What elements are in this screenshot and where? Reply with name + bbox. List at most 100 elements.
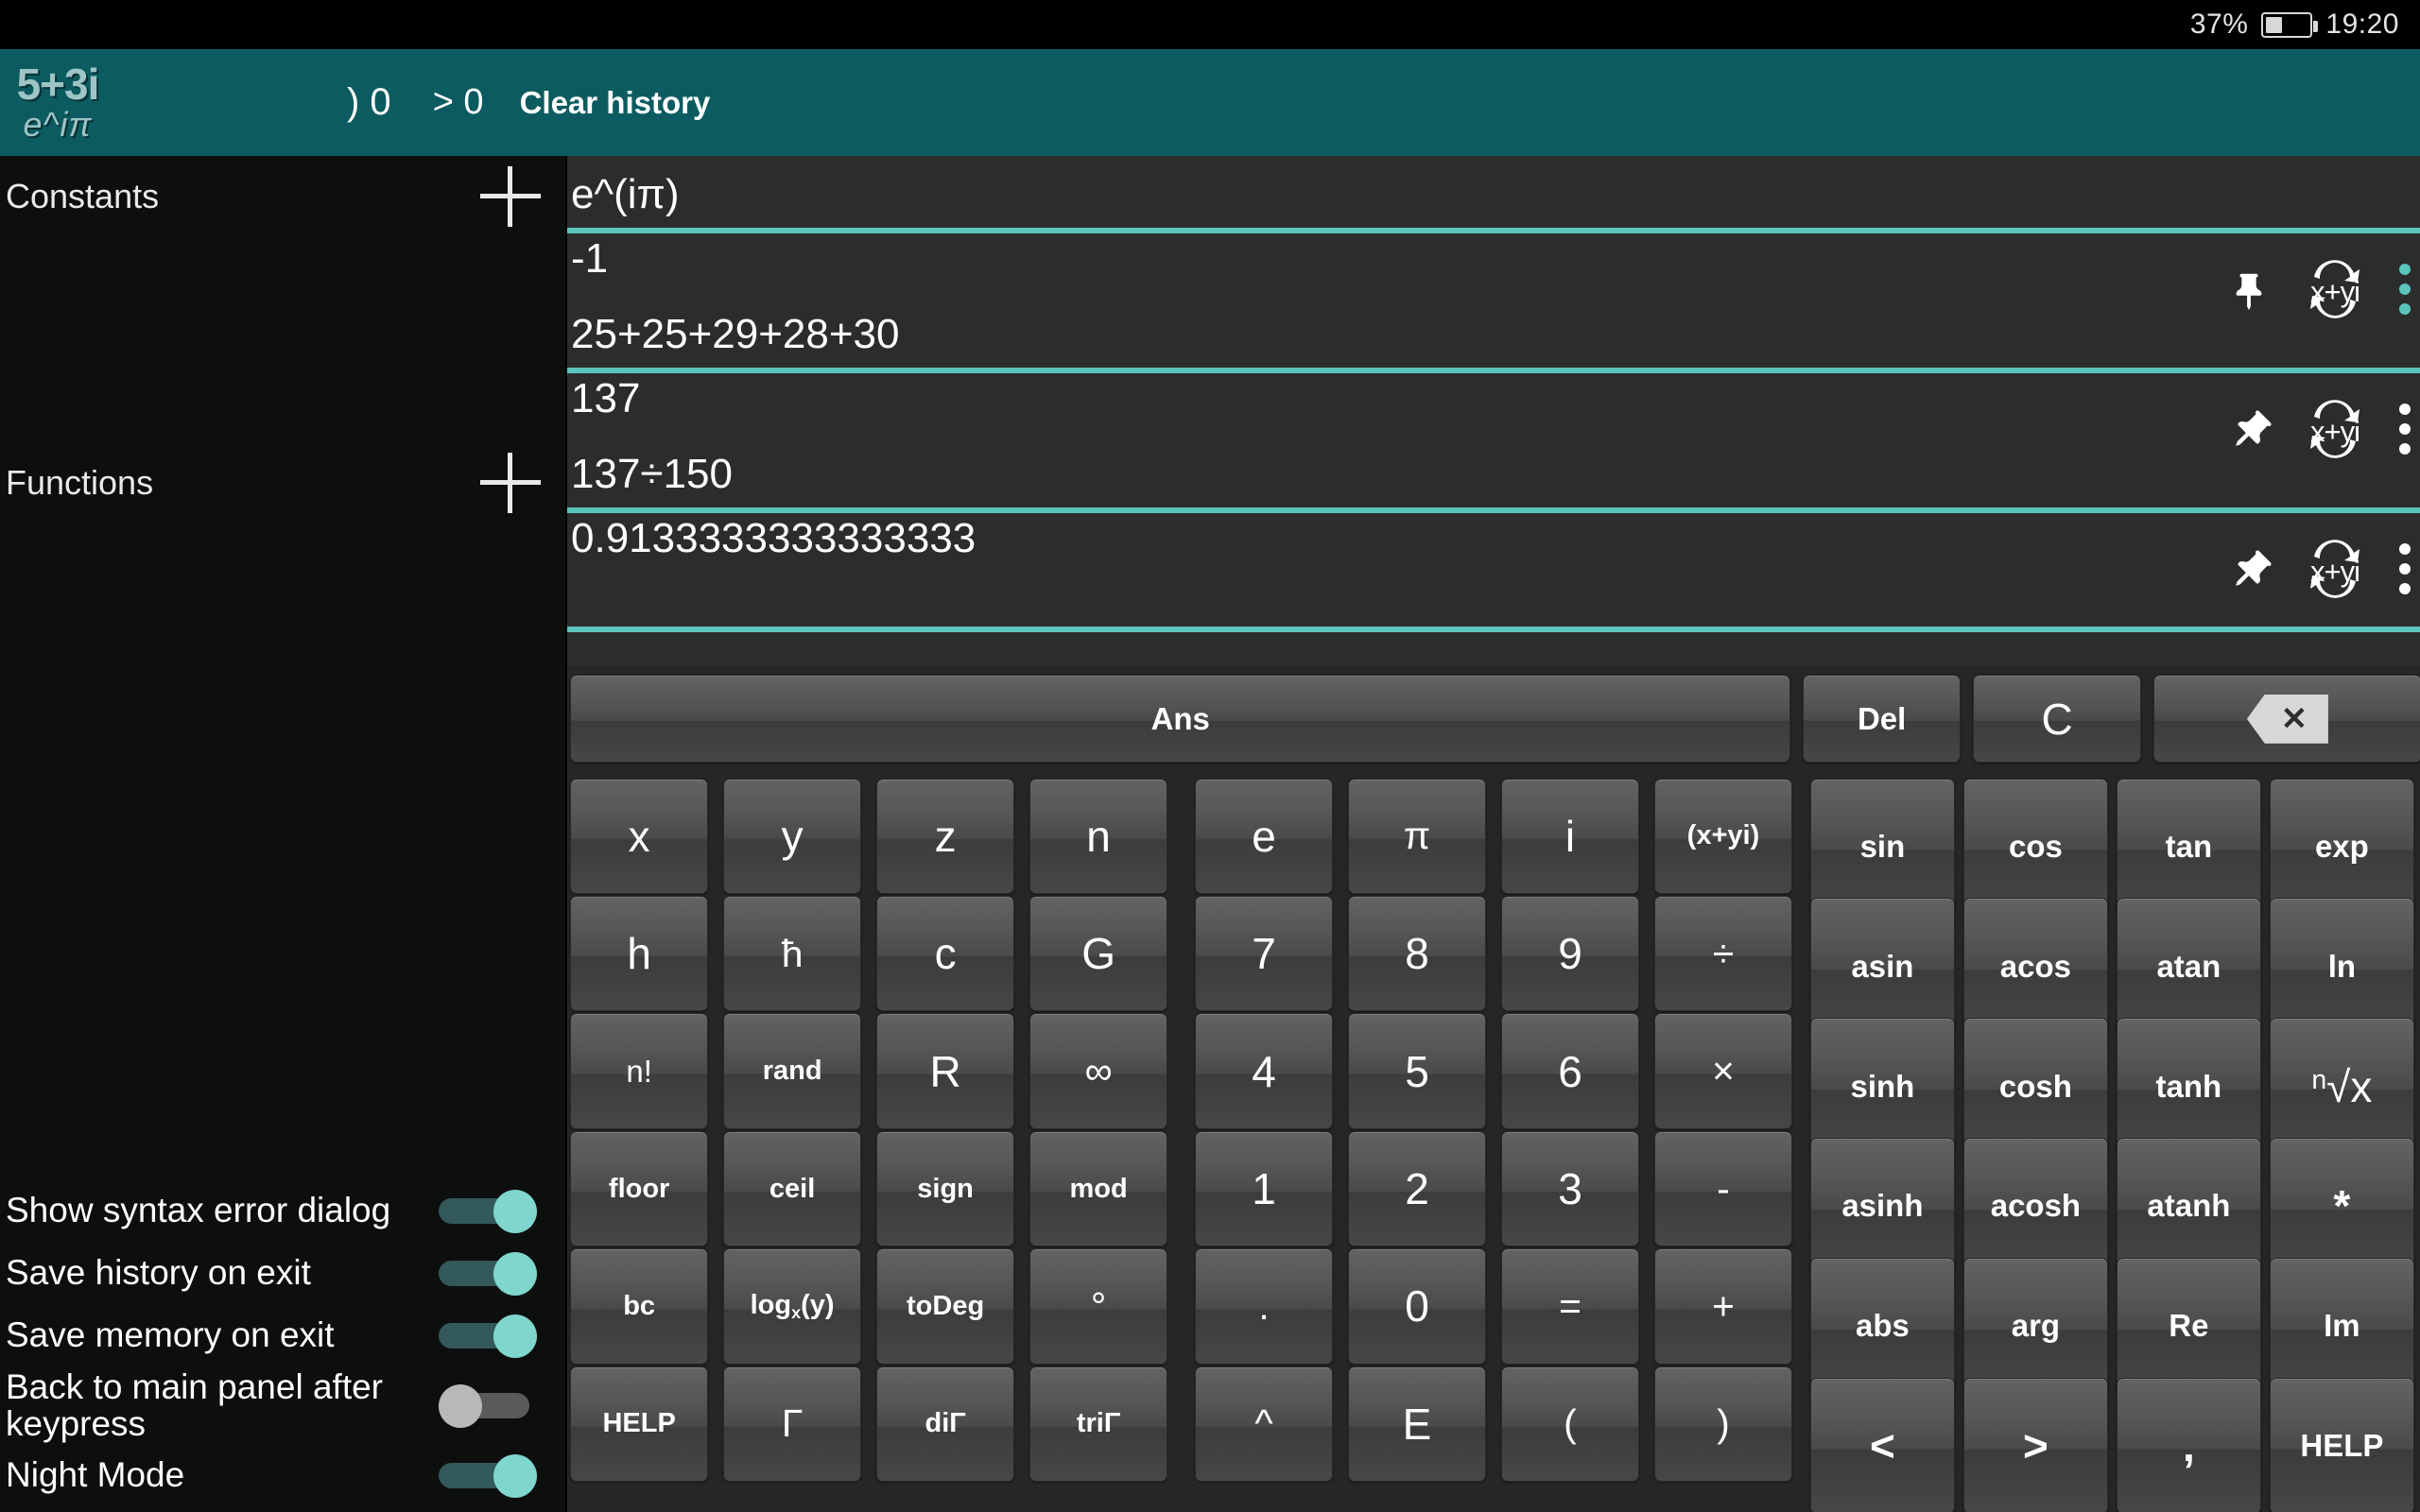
key-re-right[interactable]: Re <box>2117 1257 2261 1395</box>
key-complex-left[interactable]: (x+yi) <box>1654 778 1792 894</box>
key-clear[interactable]: C <box>1973 675 2142 763</box>
unpinned-pin-icon[interactable] <box>2227 404 2272 455</box>
key-asterisk-right[interactable]: * <box>2270 1138 2414 1275</box>
setting-toggle-switch[interactable] <box>439 1314 537 1358</box>
overflow-menu-icon[interactable] <box>2399 543 2411 594</box>
setting-row[interactable]: Show syntax error dialog <box>0 1179 565 1242</box>
key-factorial-left[interactable]: n! <box>570 1013 709 1129</box>
key-decimal-left[interactable]: . <box>1195 1248 1333 1365</box>
key-help-right[interactable]: HELP <box>2270 1377 2414 1512</box>
key-e-left[interactable]: e <box>1195 778 1333 894</box>
setting-row[interactable]: Save history on exit <box>0 1242 565 1304</box>
add-function-icon[interactable] <box>480 453 541 513</box>
key-cos-right[interactable]: cos <box>1963 778 2108 916</box>
setting-row[interactable]: Night Mode <box>0 1444 565 1506</box>
key-4-left[interactable]: 4 <box>1195 1013 1333 1129</box>
key-less-than-right[interactable]: < <box>1810 1377 1955 1512</box>
key-9-left[interactable]: 9 <box>1501 896 1639 1012</box>
key-backspace[interactable]: ✕ <box>2153 675 2420 763</box>
key-7-left[interactable]: 7 <box>1195 896 1333 1012</box>
key-del[interactable]: Del <box>1803 675 1962 763</box>
key-equals-left[interactable]: = <box>1501 1248 1639 1365</box>
convert-to-complex-icon[interactable]: x+yi <box>2301 540 2369 598</box>
key-tan-right[interactable]: tan <box>2117 778 2261 916</box>
key-floor-left[interactable]: floor <box>570 1130 709 1247</box>
key-pi-left[interactable]: π <box>1348 778 1486 894</box>
key-3-left[interactable]: 3 <box>1501 1130 1639 1247</box>
key-x-left[interactable]: x <box>570 778 709 894</box>
key-comma-right[interactable]: , <box>2117 1377 2261 1512</box>
key-sign-left[interactable]: sign <box>876 1130 1014 1247</box>
clear-history-button[interactable]: Clear history <box>505 76 726 130</box>
key-tanh-right[interactable]: tanh <box>2117 1018 2261 1155</box>
key-asinh-right[interactable]: asinh <box>1810 1138 1955 1275</box>
setting-row[interactable]: Back to main panel after keypress <box>0 1366 565 1444</box>
key-todeg-left[interactable]: toDeg <box>876 1248 1014 1365</box>
key-g-left[interactable]: G <box>1029 896 1167 1012</box>
key-atanh-right[interactable]: atanh <box>2117 1138 2261 1275</box>
sidebar-section-constants[interactable]: Constants <box>0 156 565 237</box>
key-acos-right[interactable]: acos <box>1963 898 2108 1035</box>
setting-toggle-switch[interactable] <box>439 1251 537 1296</box>
setting-row[interactable]: Save memory on exit <box>0 1304 565 1366</box>
key-arg-right[interactable]: arg <box>1963 1257 2108 1395</box>
history-result[interactable]: 137 <box>571 375 640 422</box>
key-c-left[interactable]: c <box>876 896 1014 1012</box>
key-h-left[interactable]: h <box>570 896 709 1012</box>
key-acosh-right[interactable]: acosh <box>1963 1138 2108 1275</box>
key-atan-right[interactable]: atan <box>2117 898 2261 1035</box>
key-bc-left[interactable]: bc <box>570 1248 709 1365</box>
key-log-base-x-left[interactable]: logx(y) <box>723 1248 861 1365</box>
key-divide-left[interactable]: ÷ <box>1654 896 1792 1012</box>
key-greater-than-right[interactable]: > <box>1963 1377 2108 1512</box>
convert-to-complex-icon[interactable]: x+yi <box>2301 400 2369 458</box>
history-expression[interactable]: 25+25+29+28+30 <box>571 311 900 358</box>
key-cosh-right[interactable]: cosh <box>1963 1018 2108 1155</box>
key-ln-right[interactable]: ln <box>2270 898 2414 1035</box>
key-degree-left[interactable]: ° <box>1029 1248 1167 1365</box>
key-asin-right[interactable]: asin <box>1810 898 1955 1035</box>
key-8-left[interactable]: 8 <box>1348 896 1486 1012</box>
key-0-left[interactable]: 0 <box>1348 1248 1486 1365</box>
key-power-left[interactable]: ^ <box>1195 1366 1333 1482</box>
key-y-left[interactable]: y <box>723 778 861 894</box>
key-infinity-left[interactable]: ∞ <box>1029 1013 1167 1129</box>
key-1-left[interactable]: 1 <box>1195 1130 1333 1247</box>
key-open-paren-left[interactable]: ( <box>1501 1366 1639 1482</box>
key-z-left[interactable]: z <box>876 778 1014 894</box>
convert-to-complex-icon[interactable]: x+yi <box>2301 260 2369 318</box>
history-result[interactable]: 0.9133333333333333 <box>571 515 976 562</box>
sidebar-section-functions[interactable]: Functions <box>0 442 565 524</box>
key-r-left[interactable]: R <box>876 1013 1014 1129</box>
unpinned-pin-icon[interactable] <box>2227 543 2272 594</box>
key-e-left[interactable]: E <box>1348 1366 1486 1482</box>
key-sin-right[interactable]: sin <box>1810 778 1955 916</box>
key-nth-root-right[interactable]: n√x <box>2270 1018 2414 1155</box>
key-plus-left[interactable]: + <box>1654 1248 1792 1365</box>
key-di-left[interactable]: diΓ <box>876 1366 1014 1482</box>
greater-counter-button[interactable]: > 0 <box>412 73 505 132</box>
key-6-left[interactable]: 6 <box>1501 1013 1639 1129</box>
history-expression[interactable]: e^(iπ) <box>571 171 680 218</box>
key-multiply-left[interactable]: × <box>1654 1013 1792 1129</box>
history-panel[interactable]: e^(iπ) -1 x+yi 25+25+29+28+30 137 x+yi 137÷150… <box>567 156 2420 666</box>
key-mod-left[interactable]: mod <box>1029 1130 1167 1247</box>
key-n-left[interactable]: n <box>1029 778 1167 894</box>
key-rand-left[interactable]: rand <box>723 1013 861 1129</box>
key-i-left[interactable]: i <box>1501 778 1639 894</box>
key-sinh-right[interactable]: sinh <box>1810 1018 1955 1155</box>
add-constant-icon[interactable] <box>480 166 541 227</box>
pin-icon[interactable] <box>2227 264 2271 315</box>
key-minus-left[interactable]: - <box>1654 1130 1792 1247</box>
key-abs-right[interactable]: abs <box>1810 1257 1955 1395</box>
key-tri-left[interactable]: triΓ <box>1029 1366 1167 1482</box>
open-paren-counter-button[interactable]: ) 0 <box>326 72 412 133</box>
history-expression[interactable]: 137÷150 <box>571 451 733 498</box>
overflow-menu-icon[interactable] <box>2399 404 2411 455</box>
key-2-left[interactable]: 2 <box>1348 1130 1486 1247</box>
key-im-right[interactable]: Im <box>2270 1257 2414 1395</box>
key-close-paren-left[interactable]: ) <box>1654 1366 1792 1482</box>
key-hbar-left[interactable]: ħ <box>723 896 861 1012</box>
key-help-left[interactable]: HELP <box>570 1366 709 1482</box>
key-exp-right[interactable]: exp <box>2270 778 2414 916</box>
